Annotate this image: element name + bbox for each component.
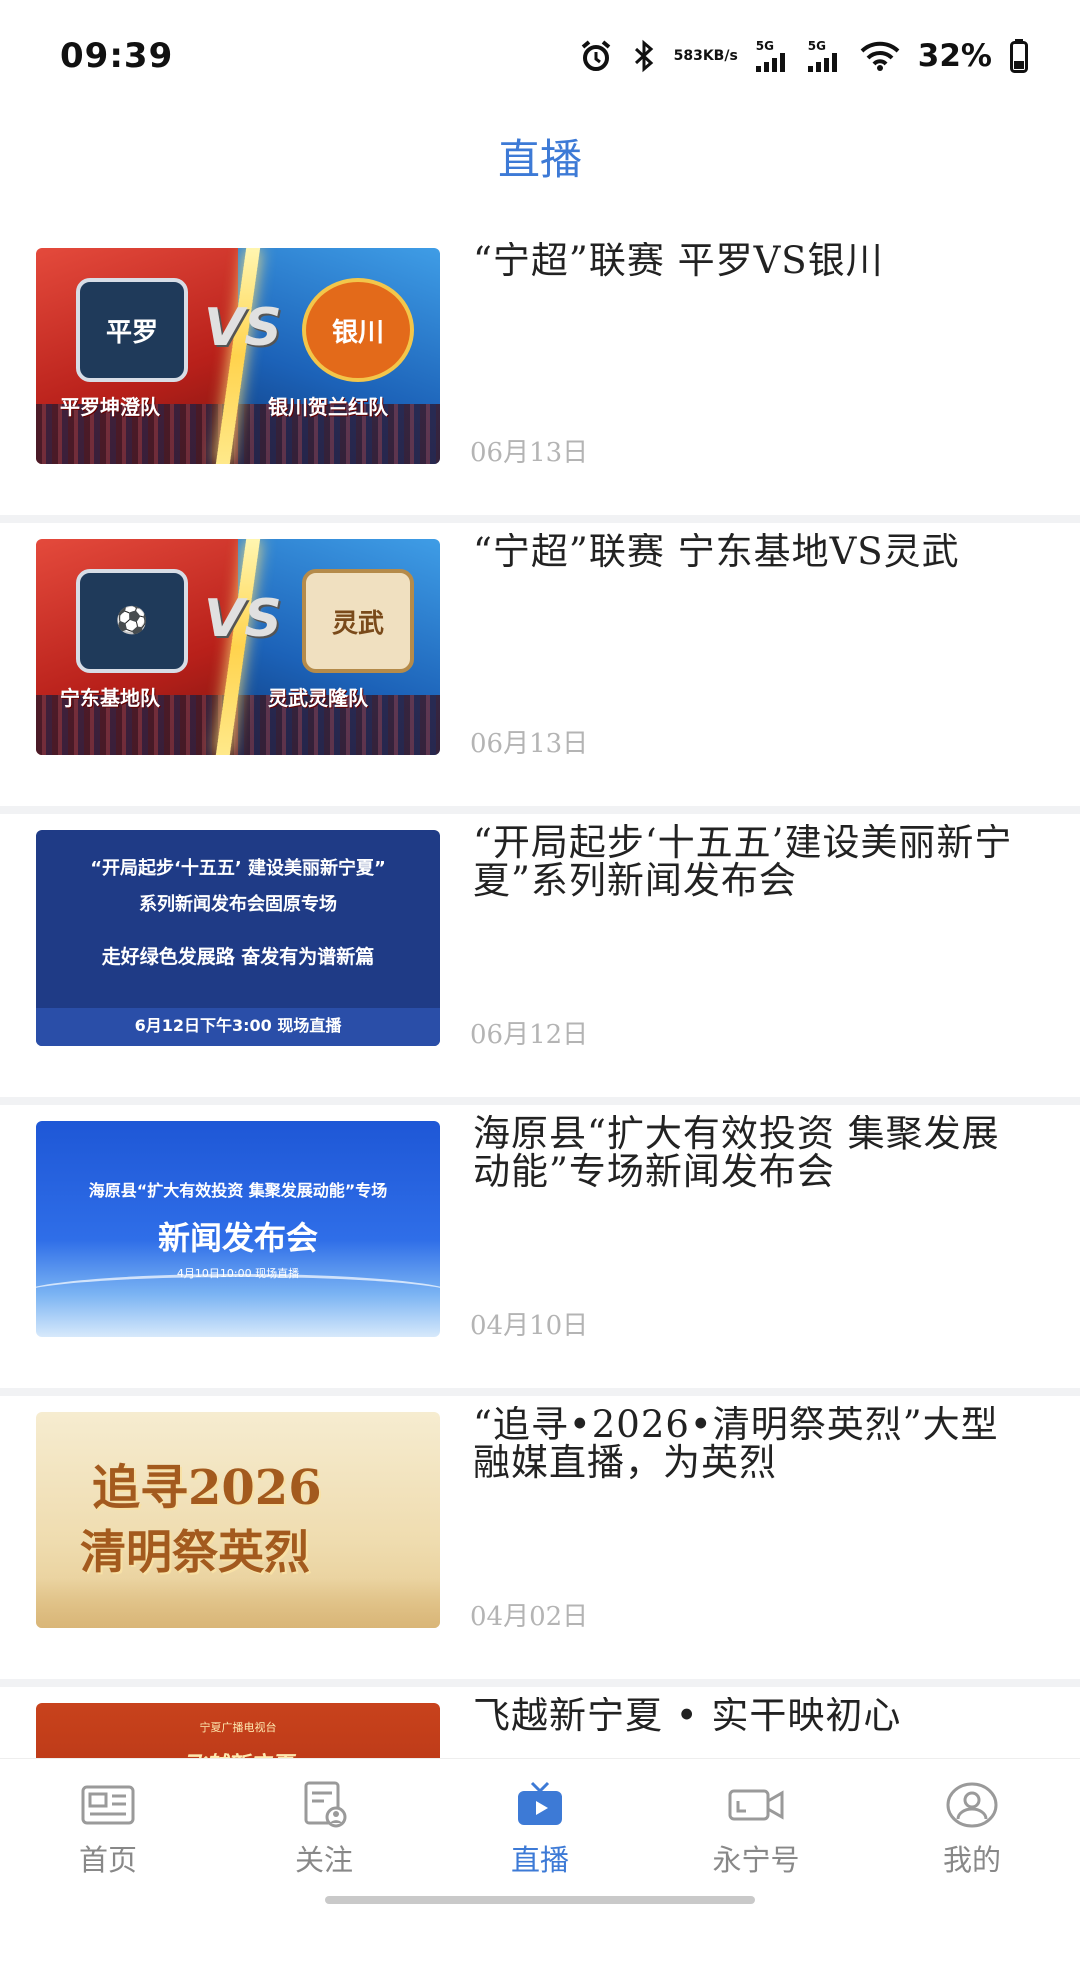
page-header: 直播 (0, 120, 1080, 200)
item-title[interactable]: “开局起步‘十五五’建设美丽新宁夏”系列新闻发布会 (473, 824, 1033, 900)
live-list: 平罗 银川 VS 平罗坤澄队 银川贺兰红队 “宁超”联赛 平罗VS银川 06月1… (0, 232, 1080, 1970)
divider (0, 806, 1080, 814)
thumb-text: 6月12日下午3:00 现场直播 (134, 1016, 342, 1035)
network-speed-unit: KB/s (702, 47, 738, 64)
thumb-text: 追寻2026 (92, 1460, 322, 1516)
nav-item-profile[interactable]: 我的 (892, 1779, 1052, 1879)
sim1-signal-icon: 5G (755, 39, 790, 72)
thumb-text: 走好绿色发展路 奋发有为谱新篇 (101, 946, 375, 968)
thumb-text: 宁夏广播电视台 (199, 1721, 277, 1734)
news-icon (28, 1779, 188, 1831)
team-name: 灵武灵隆队 (268, 686, 368, 710)
item-title[interactable]: 海原县“扩大有效投资 集聚发展动能”专场新闻发布会 (473, 1115, 1033, 1191)
item-date: 06月13日 (470, 729, 589, 759)
thumb-text: 新闻发布会 (157, 1219, 318, 1257)
item-title[interactable]: “宁超”联赛 平罗VS银川 (473, 242, 1033, 280)
video-camera-icon (676, 1779, 836, 1831)
live-list-item[interactable]: 追寻2026 清明祭英烈 “追寻•2026•清明祭英烈”大型融媒直播，为英烈 0… (0, 1396, 1080, 1679)
item-thumbnail[interactable]: “开局起步‘十五五’ 建设美丽新宁夏” 系列新闻发布会固原专场 走好绿色发展路 … (36, 830, 440, 1046)
sim2-label: 5G (807, 39, 826, 53)
item-title[interactable]: “追寻•2026•清明祭英烈”大型融媒直播，为英烈 (473, 1406, 1033, 1482)
battery-percentage: 32% (917, 38, 992, 74)
profile-icon (892, 1779, 1052, 1831)
home-indicator[interactable] (325, 1896, 755, 1904)
nav-item-live[interactable]: 直播 (460, 1779, 620, 1879)
live-tv-icon (460, 1779, 620, 1831)
vs-label: VS (204, 589, 282, 649)
thumb-text: 4月10日10:00 现场直播 (176, 1267, 300, 1280)
nav-label: 直播 (510, 1843, 569, 1877)
divider (0, 1679, 1080, 1687)
thumb-text: “开局起步‘十五五’ 建设美丽新宁夏” (90, 858, 386, 879)
item-date: 06月12日 (470, 1020, 589, 1050)
sim1-label: 5G (755, 39, 774, 53)
live-list-item[interactable]: ⚽ 灵武 VS 宁东基地队 灵武灵隆队 “宁超”联赛 宁东基地VS灵武 06月1… (0, 523, 1080, 806)
item-date: 04月02日 (470, 1602, 589, 1632)
nav-item-follow[interactable]: 关注 (244, 1779, 404, 1879)
team-logo: 灵武 (302, 569, 414, 673)
team-logo: 平罗 (76, 278, 188, 382)
nav-label: 首页 (78, 1843, 137, 1877)
item-thumbnail[interactable]: 平罗 银川 VS 平罗坤澄队 银川贺兰红队 (36, 248, 440, 464)
vs-label: VS (204, 298, 282, 358)
alarm-icon (578, 38, 614, 74)
live-list-item[interactable]: 平罗 银川 VS 平罗坤澄队 银川贺兰红队 “宁超”联赛 平罗VS银川 06月1… (0, 232, 1080, 515)
nav-item-home[interactable]: 首页 (28, 1779, 188, 1879)
nav-label: 关注 (294, 1843, 353, 1877)
item-title[interactable]: “宁超”联赛 宁东基地VS灵武 (473, 533, 1033, 571)
status-time: 09:39 (60, 36, 174, 76)
divider (0, 1388, 1080, 1396)
item-thumbnail[interactable]: ⚽ 灵武 VS 宁东基地队 灵武灵隆队 (36, 539, 440, 755)
page-title: 直播 (497, 135, 582, 184)
battery-icon (1010, 39, 1028, 73)
thumb-text: 清明祭英烈 (80, 1525, 310, 1579)
team-logo: ⚽ (76, 569, 188, 673)
item-title[interactable]: 飞越新宁夏 • 实干映初心 (473, 1697, 1033, 1735)
nav-label: 我的 (942, 1843, 1001, 1877)
item-thumbnail[interactable]: 海原县“扩大有效投资 集聚发展动能”专场 新闻发布会 4月10日10:00 现场… (36, 1121, 440, 1337)
network-speed: 583 KB/s (673, 47, 738, 64)
status-bar: 09:39 583 KB/s 5G 5G 32% (0, 0, 1080, 110)
wifi-icon (860, 41, 900, 71)
divider (0, 1097, 1080, 1105)
team-logo: 银川 (302, 278, 414, 382)
follow-icon (244, 1779, 404, 1831)
item-thumbnail[interactable]: 追寻2026 清明祭英烈 (36, 1412, 440, 1628)
network-speed-value: 583 (673, 47, 703, 64)
sim2-signal-icon: 5G (807, 39, 842, 72)
nav-item-yongning[interactable]: 永宁号 (676, 1779, 836, 1879)
nav-label: 永宁号 (712, 1843, 800, 1877)
status-icons: 583 KB/s 5G 5G 32% (578, 36, 1028, 76)
live-list-item[interactable]: “开局起步‘十五五’ 建设美丽新宁夏” 系列新闻发布会固原专场 走好绿色发展路 … (0, 814, 1080, 1097)
thumb-text: 系列新闻发布会固原专场 (139, 894, 337, 915)
team-name: 宁东基地队 (60, 686, 160, 710)
item-date: 04月10日 (470, 1311, 589, 1341)
item-date: 06月13日 (470, 438, 589, 468)
thumb-text: 海原县“扩大有效投资 集聚发展动能”专场 (88, 1181, 388, 1200)
team-name: 银川贺兰红队 (268, 395, 388, 419)
team-name: 平罗坤澄队 (60, 395, 160, 419)
bluetooth-icon (632, 39, 656, 73)
live-list-item[interactable]: 海原县“扩大有效投资 集聚发展动能”专场 新闻发布会 4月10日10:00 现场… (0, 1105, 1080, 1388)
divider (0, 515, 1080, 523)
